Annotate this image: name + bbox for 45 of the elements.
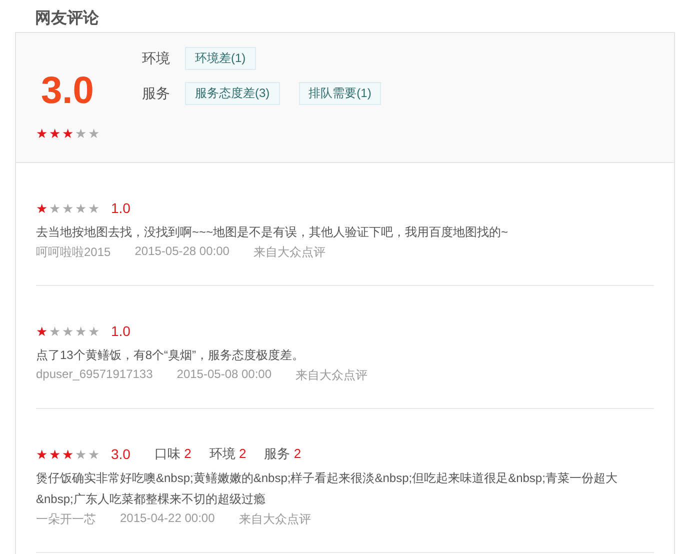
star-icon: ★ <box>62 448 75 460</box>
star-icon: ★ <box>36 127 49 140</box>
star-icon: ★ <box>75 202 88 214</box>
sub-rating: 服务 2 <box>264 445 302 463</box>
star-icon: ★ <box>75 448 88 460</box>
review-source: 来自大众点评 <box>296 367 368 384</box>
review-date: 2015-04-22 00:00 <box>120 511 215 527</box>
star-icon: ★ <box>36 202 49 214</box>
star-icon: ★ <box>75 127 88 140</box>
tag[interactable]: 排队需要(1) <box>298 82 382 105</box>
star-icon: ★ <box>88 202 101 214</box>
review-date: 2015-05-08 00:00 <box>176 367 272 383</box>
star-icon: ★ <box>36 324 49 338</box>
section-title: 网友评论 <box>34 8 100 29</box>
category-label: 环境 <box>142 50 171 68</box>
star-icon: ★ <box>49 202 62 214</box>
star-icon: ★ <box>49 448 62 460</box>
review-text: 点了13个黄鳝饭，有8个“臭烟”，服务态度极度差。 <box>36 347 306 364</box>
sub-rating: 环境 2 <box>209 445 246 463</box>
review-source: 来自大众点评 <box>238 511 311 528</box>
star-icon: ★ <box>88 127 101 140</box>
star-icon: ★ <box>88 448 101 460</box>
tag[interactable]: 环境差(1) <box>185 47 256 70</box>
star-icon: ★ <box>88 324 101 338</box>
review-score: 3.0 <box>111 446 130 462</box>
star-icon: ★ <box>62 127 75 140</box>
star-icon: ★ <box>62 324 75 338</box>
overall-score: 3.0 <box>41 69 95 113</box>
category-label: 服务 <box>142 84 171 102</box>
user-name: dpuser_69571917133 <box>36 367 153 383</box>
star-icon: ★ <box>49 324 62 338</box>
user-name: 呵呵啦啦2015 <box>36 244 111 261</box>
review-date: 2015-05-28 00:00 <box>134 244 230 260</box>
star-icon: ★ <box>75 324 88 338</box>
star-icon: ★ <box>36 448 49 460</box>
user-name: 一朵开一芯 <box>36 511 96 528</box>
review-text: 煲仔饭确实非常好吃噢&nbsp;黄鳝嫩嫩的&nbsp;样子看起来很淡&nbsp;但吃起来味道很足&nbsp;青菜一份超大&nbsp;广东人吃菜都整棵来不切的超级过瘾 <box>36 470 618 508</box>
star-icon: ★ <box>62 202 75 214</box>
review-score: 1.0 <box>111 323 130 339</box>
tag[interactable]: 服务态度差(3) <box>185 82 280 105</box>
review-score: 1.0 <box>111 200 130 216</box>
sub-rating: 口味 2 <box>154 445 192 463</box>
review-source: 来自大众点评 <box>253 244 326 261</box>
star-icon: ★ <box>49 127 62 140</box>
review-text: 去当地按地图去找，没找到啊~~~地图是不是有误，其他人验证下吧，我用百度地图找的~ <box>36 224 510 241</box>
